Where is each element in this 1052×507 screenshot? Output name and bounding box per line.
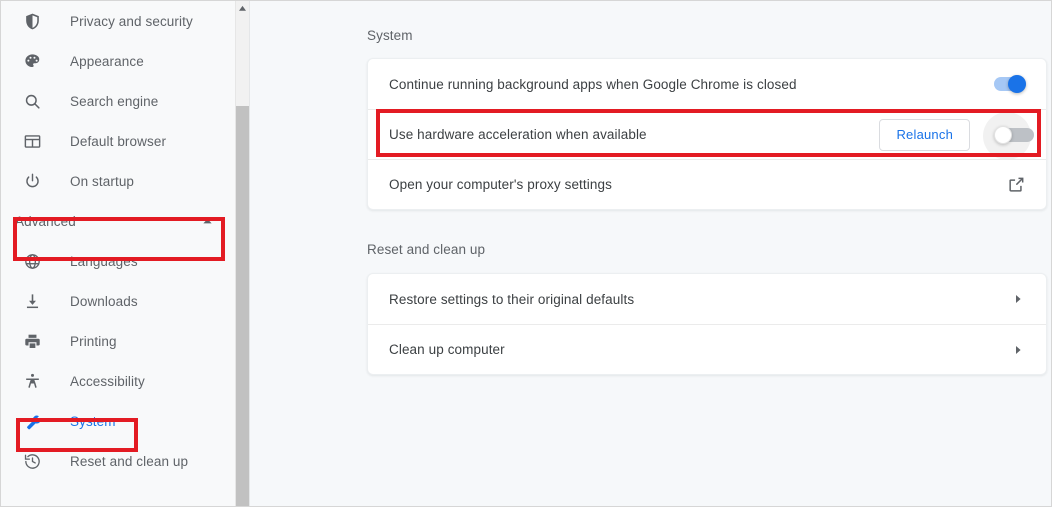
sidebar-scrollbar-thumb[interactable] [236,106,249,506]
sidebar-advanced-expander[interactable]: Advanced [1,201,235,241]
sidebar-item-label: Default browser [70,133,167,149]
external-link-icon[interactable] [1007,175,1026,194]
reset-and-clean-up-card: Restore settings to their original defau… [367,273,1047,375]
sidebar-item-privacy-and-security[interactable]: Privacy and security [1,1,235,41]
section-title-reset-and-clean-up: Reset and clean up [367,242,486,257]
chrome-settings-window: Privacy and security Appearance Search e… [0,0,1052,507]
shield-icon [22,11,42,31]
sidebar-item-on-startup[interactable]: On startup [1,161,235,201]
sidebar-item-system[interactable]: System [1,401,235,441]
settings-sidebar: Privacy and security Appearance Search e… [1,1,235,506]
download-icon [22,291,42,311]
sidebar-item-printing[interactable]: Printing [1,321,235,361]
hardware-acceleration-toggle[interactable] [983,111,1034,160]
accessibility-icon [22,371,42,391]
row-clean-up-computer[interactable]: Clean up computer [368,324,1046,374]
sidebar-item-default-browser[interactable]: Default browser [1,121,235,161]
section-title-system: System [367,28,413,43]
sidebar-item-label: Printing [70,333,117,349]
palette-icon [22,51,42,71]
browser-window-icon [22,131,42,151]
chevron-right-icon[interactable] [1012,293,1024,305]
sidebar-item-label: Accessibility [70,373,145,389]
history-icon [22,451,42,471]
sidebar-scrollbar[interactable] [235,1,249,506]
sidebar-item-languages[interactable]: Languages [1,241,235,281]
sidebar-item-downloads[interactable]: Downloads [1,281,235,321]
sidebar-item-label: Languages [70,253,138,269]
background-apps-toggle[interactable] [992,75,1026,93]
sidebar-item-appearance[interactable]: Appearance [1,41,235,81]
sidebar-item-label: Privacy and security [70,13,193,29]
chevron-right-icon[interactable] [1012,344,1024,356]
sidebar-item-label: Downloads [70,293,138,309]
row-controls [1012,344,1026,356]
sidebar-item-label: Appearance [70,53,144,69]
row-label: Restore settings to their original defau… [389,291,635,307]
row-label: Continue running background apps when Go… [389,76,797,92]
sidebar-item-label: Reset and clean up [70,453,189,469]
scroll-up-arrow-icon[interactable] [236,1,249,15]
power-icon [22,171,42,191]
system-settings-card: Continue running background apps when Go… [367,58,1047,210]
row-controls: Relaunch [879,111,1034,160]
toggle-knob [1008,75,1026,93]
row-proxy-settings[interactable]: Open your computer's proxy settings [368,159,1046,209]
sidebar-advanced-label: Advanced [15,213,76,229]
search-icon [22,91,42,111]
wrench-icon [22,411,42,431]
printer-icon [22,331,42,351]
globe-icon [22,251,42,271]
sidebar-item-search-engine[interactable]: Search engine [1,81,235,121]
chevron-up-icon [202,216,213,227]
row-restore-defaults[interactable]: Restore settings to their original defau… [368,274,1046,324]
row-controls [1012,293,1026,305]
row-background-apps[interactable]: Continue running background apps when Go… [368,59,1046,109]
row-label: Clean up computer [389,342,505,357]
row-controls [992,75,1026,93]
sidebar-item-label: On startup [70,173,135,189]
settings-content: System Continue running background apps … [250,1,1051,506]
row-hardware-acceleration[interactable]: Use hardware acceleration when available… [368,109,1046,160]
sidebar-item-reset-and-clean-up[interactable]: Reset and clean up [1,441,235,481]
row-label: Use hardware acceleration when available [389,127,647,142]
row-label: Open your computer's proxy settings [389,177,612,192]
row-controls [1007,175,1026,194]
relaunch-button[interactable]: Relaunch [879,118,970,151]
toggle-knob [994,125,1012,144]
sidebar-item-label: System [70,413,116,429]
sidebar-item-accessibility[interactable]: Accessibility [1,361,235,401]
sidebar-item-label: Search engine [70,93,159,109]
